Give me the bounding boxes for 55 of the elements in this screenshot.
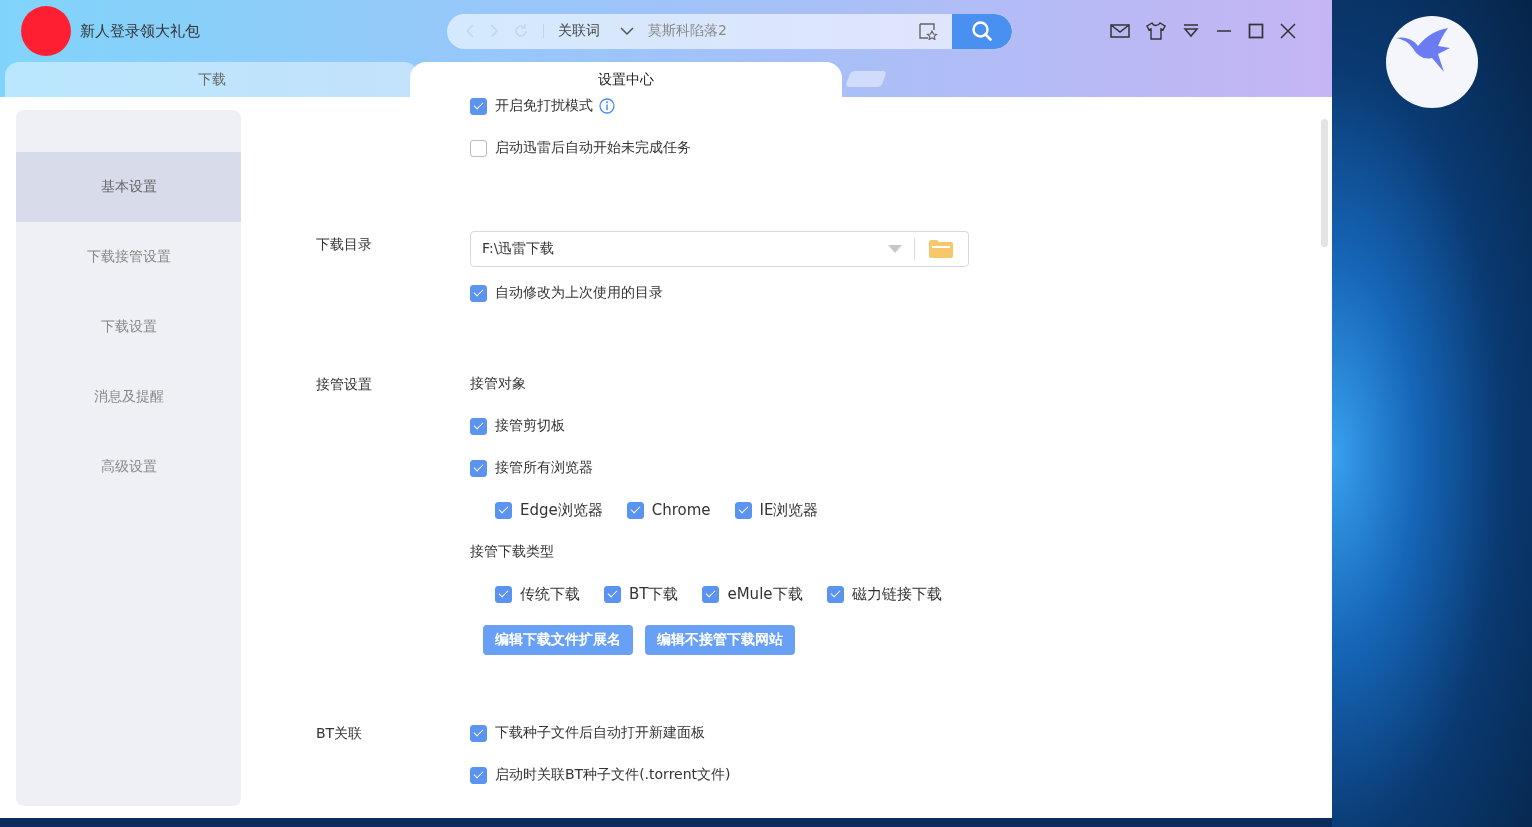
group-heading: 接管对象 (470, 375, 526, 393)
avatar[interactable] (21, 6, 71, 56)
bookmark-star-icon[interactable] (918, 22, 938, 40)
bird-logo-icon[interactable] (1386, 16, 1478, 108)
checkbox[interactable] (470, 284, 487, 302)
checkbox[interactable] (702, 585, 720, 603)
shirt-icon[interactable] (1146, 22, 1166, 40)
checkbox[interactable] (495, 501, 512, 519)
mail-icon[interactable] (1110, 23, 1130, 39)
checkbox-label[interactable]: 自动修改为上次使用的目录 (495, 284, 663, 302)
checkbox[interactable] (826, 585, 844, 603)
checkbox-label[interactable]: BT下载 (629, 584, 679, 604)
chevron-down-icon[interactable] (620, 26, 634, 36)
directory-field[interactable]: F:\迅雷下载 (470, 231, 969, 267)
checkbox-label[interactable]: eMule下载 (727, 584, 803, 604)
section-label: 接管设置 (316, 375, 372, 394)
checkbox-label[interactable]: 接管剪切板 (495, 417, 565, 435)
login-gift-link[interactable]: 新人登录领大礼包 (80, 21, 200, 41)
tab[interactable]: 设置中心 (410, 62, 842, 97)
checkbox[interactable] (470, 97, 487, 115)
checkbox-label[interactable]: Chrome (651, 501, 711, 519)
checkbox[interactable] (495, 585, 512, 603)
checkbox-label[interactable]: 传统下载 (520, 584, 580, 604)
search-text: 莫斯科陷落2 (648, 22, 728, 40)
checkbox[interactable] (470, 459, 487, 477)
sidebar-item[interactable]: 基本设置 (16, 152, 241, 222)
close-icon[interactable] (1280, 23, 1296, 39)
checkbox-label[interactable]: 下载种子文件后自动打开新建面板 (495, 724, 705, 742)
checkbox-label[interactable]: 启动迅雷后自动开始未完成任务 (495, 139, 691, 157)
checkbox[interactable] (470, 417, 487, 435)
checkbox-label[interactable]: 磁力链接下载 (851, 584, 942, 604)
scrollbar-thumb[interactable] (1321, 119, 1328, 247)
info-icon[interactable] (599, 98, 615, 114)
checkbox[interactable] (604, 585, 621, 603)
section-label: 下载目录 (316, 235, 372, 254)
section-label: BT关联 (316, 724, 363, 743)
checkbox[interactable] (470, 724, 487, 742)
search-field[interactable]: 关联词 莫斯科陷落2 (447, 13, 1012, 49)
caret-down-icon[interactable] (888, 245, 902, 253)
maximize-icon[interactable] (1248, 23, 1264, 39)
dropdown-menu-icon[interactable] (1182, 23, 1200, 39)
checkbox-label[interactable]: 启动时关联BT种子文件(.torrent文件) (495, 766, 731, 784)
checkbox-label[interactable]: Edge浏览器 (520, 500, 603, 520)
checkbox[interactable] (470, 766, 487, 784)
checkbox-label[interactable]: 接管所有浏览器 (495, 459, 593, 477)
checkbox-label[interactable]: IE浏览器 (759, 500, 819, 520)
folder-icon[interactable] (928, 239, 954, 259)
checkbox[interactable] (734, 501, 752, 519)
checkbox[interactable] (470, 139, 487, 157)
keyword-type-label[interactable]: 关联词 (558, 22, 600, 40)
search-button[interactable] (952, 13, 1012, 49)
group-heading: 接管下载类型 (470, 543, 554, 561)
search-icon (971, 20, 993, 42)
checkbox-label[interactable]: 开启免打扰模式 (495, 97, 593, 115)
checkbox[interactable] (626, 501, 644, 519)
